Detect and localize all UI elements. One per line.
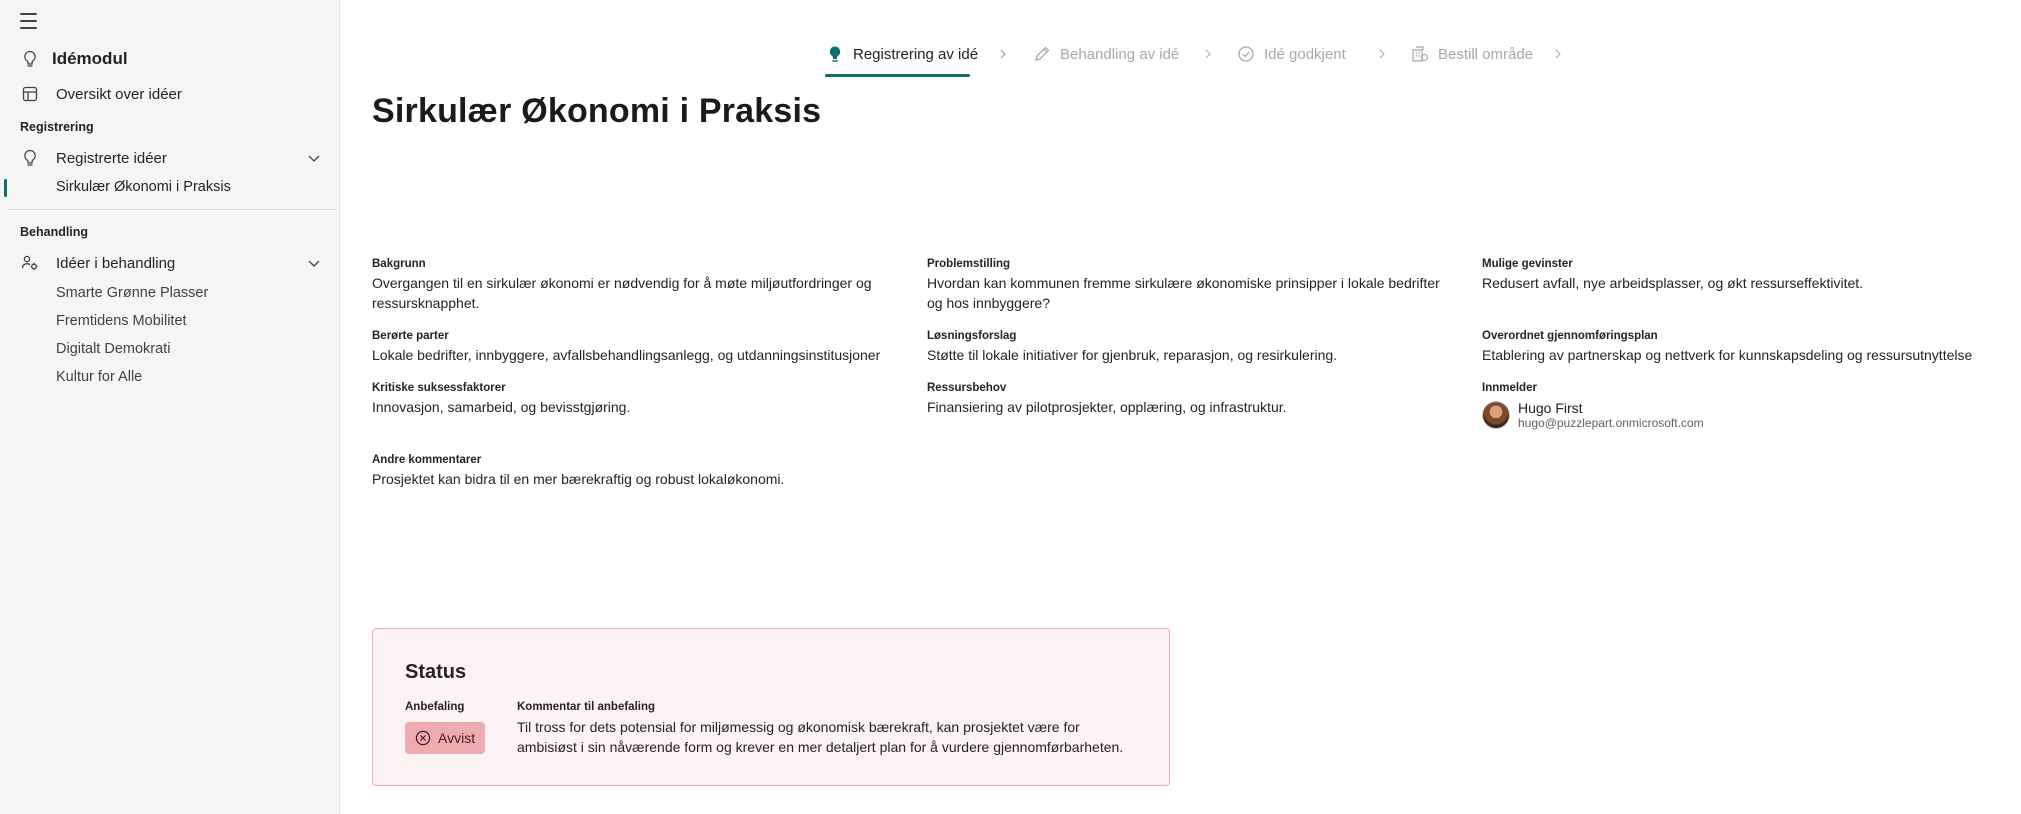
field-label: Løsningsforslag bbox=[927, 330, 1017, 342]
recommendation-badge: Avvist bbox=[405, 722, 486, 754]
recommendation-value: Avvist bbox=[438, 730, 476, 746]
chevron-down-icon[interactable] bbox=[306, 255, 322, 271]
avatar bbox=[1482, 401, 1510, 429]
field-stakeholders: Berørte parter Lokale bedrifter, innbygg… bbox=[372, 330, 902, 365]
field-value: Hvordan kan kommunen fremme sirkulære øk… bbox=[927, 275, 1440, 311]
sidebar-app-title-label: Idémodul bbox=[52, 49, 128, 68]
field-implementation-plan: Overordnet gjennomføringsplan Etablering… bbox=[1482, 330, 2012, 365]
lightbulb-icon bbox=[20, 148, 40, 168]
comment-label: Kommentar til anbefaling bbox=[517, 701, 656, 713]
people-settings-icon bbox=[20, 253, 40, 273]
sidebar-section-processing: Behandling bbox=[20, 225, 89, 239]
sidebar-subitem[interactable]: Smarte Grønne Plasser bbox=[56, 285, 208, 301]
field-value: Innovasjon, samarbeid, og bevisstgjøring… bbox=[372, 399, 631, 415]
field-label: Mulige gevinster bbox=[1482, 258, 1573, 270]
sidebar-subitem[interactable]: Digitalt Demokrati bbox=[56, 341, 170, 357]
sidebar-app-title[interactable]: Idémodul bbox=[0, 44, 340, 74]
field-background: Bakgrunn Overgangen til en sirkulær økon… bbox=[372, 258, 902, 313]
field-label: Problemstilling bbox=[927, 258, 1011, 270]
field-submitter: Innmelder Hugo First hugo@puzzlepart.onm… bbox=[1482, 382, 2012, 430]
sidebar-subitem[interactable]: Kultur for Alle bbox=[56, 369, 142, 385]
field-value: Prosjektet kan bidra til en mer bærekraf… bbox=[372, 471, 785, 487]
sidebar-item-ideas-in-processing[interactable]: Idéer i behandling bbox=[0, 248, 340, 278]
field-solution-proposal: Løsningsforslag Støtte til lokale initia… bbox=[927, 330, 1457, 365]
sidebar-item-ideas-in-processing-label: Idéer i behandling bbox=[56, 254, 176, 272]
persona[interactable]: Hugo First hugo@puzzlepart.onmicrosoft.c… bbox=[1482, 400, 2012, 430]
sidebar-section-registration: Registrering bbox=[20, 120, 94, 134]
status-title: Status bbox=[405, 661, 467, 683]
dismiss-circle-icon bbox=[415, 730, 431, 746]
step-registration[interactable]: Registrering av idé bbox=[825, 44, 978, 64]
field-success-factors: Kritiske suksessfaktorer Innovasjon, sam… bbox=[372, 382, 902, 417]
field-resource-needs: Ressursbehov Finansiering av pilotprosje… bbox=[927, 382, 1457, 417]
field-label: Ressursbehov bbox=[927, 382, 1007, 394]
sidebar-divider bbox=[8, 209, 336, 210]
sidebar-item-overview-label: Oversikt over idéer bbox=[56, 85, 182, 103]
building-request-icon bbox=[1410, 44, 1430, 64]
pencil-icon bbox=[1032, 44, 1052, 64]
field-value: Finansiering av pilotprosjekter, opplæri… bbox=[927, 399, 1287, 415]
active-indicator bbox=[4, 179, 7, 197]
chevron-down-icon[interactable] bbox=[306, 150, 322, 166]
active-step-underline bbox=[825, 74, 970, 77]
step-order-area-label: Bestill område bbox=[1438, 45, 1534, 63]
field-label: Andre kommentarer bbox=[372, 454, 482, 466]
field-value: Redusert avfall, nye arbeidsplasser, og … bbox=[1482, 275, 1864, 291]
field-value: Støtte til lokale initiativer for gjenbr… bbox=[927, 347, 1338, 363]
comment-value: Til tross for dets potensial for miljøme… bbox=[517, 719, 1124, 755]
sidebar-item-active-idea-label: Sirkulær Økonomi i Praksis bbox=[56, 179, 231, 195]
step-registration-label: Registrering av idé bbox=[853, 45, 979, 63]
sidebar-item-registered-ideas-label: Registrerte idéer bbox=[56, 149, 167, 167]
chevron-right-icon bbox=[1000, 49, 1006, 59]
field-label: Kritiske suksessfaktorer bbox=[372, 382, 506, 394]
submitter-name: Hugo First bbox=[1518, 400, 1583, 416]
lightbulb-icon bbox=[20, 49, 40, 69]
field-possible-gains: Mulige gevinster Redusert avfall, nye ar… bbox=[1482, 258, 2012, 293]
step-approved-label: Idé godkjent bbox=[1264, 45, 1346, 63]
chevron-right-icon bbox=[1555, 49, 1561, 59]
recommendation-label: Anbefaling bbox=[405, 701, 465, 713]
step-processing[interactable]: Behandling av idé bbox=[1032, 44, 1179, 64]
field-label: Bakgrunn bbox=[372, 258, 426, 270]
sidebar-item-active-idea[interactable]: Sirkulær Økonomi i Praksis bbox=[0, 174, 340, 202]
table-icon bbox=[20, 84, 40, 104]
step-processing-label: Behandling av idé bbox=[1060, 45, 1180, 63]
field-other-comments: Andre kommentarer Prosjektet kan bidra t… bbox=[372, 454, 902, 489]
step-order-area[interactable]: Bestill område bbox=[1410, 44, 1533, 64]
step-approved[interactable]: Idé godkjent bbox=[1236, 44, 1346, 64]
checkmark-circle-icon bbox=[1236, 44, 1256, 64]
sidebar-item-registered-ideas[interactable]: Registrerte idéer bbox=[0, 143, 340, 173]
lightbulb-icon bbox=[825, 44, 845, 64]
sidebar-subitem[interactable]: Fremtidens Mobilitet bbox=[56, 313, 187, 329]
field-label: Berørte parter bbox=[372, 330, 449, 342]
status-card: Status Anbefaling Avvist Kommentar til a… bbox=[372, 628, 1170, 786]
field-value: Lokale bedrifter, innbyggere, avfallsbeh… bbox=[372, 347, 881, 363]
field-label: Overordnet gjennomføringsplan bbox=[1482, 330, 1658, 342]
chevron-right-icon bbox=[1205, 49, 1211, 59]
field-value: Overgangen til en sirkulær økonomi er nø… bbox=[372, 275, 872, 311]
sidebar-item-overview[interactable]: Oversikt over idéer bbox=[0, 79, 340, 109]
page-title: Sirkulær Økonomi i Praksis bbox=[372, 92, 822, 130]
chevron-right-icon bbox=[1379, 49, 1385, 59]
field-value: Etablering av partnerskap og nettverk fo… bbox=[1482, 347, 1973, 363]
field-problem-statement: Problemstilling Hvordan kan kommunen fre… bbox=[927, 258, 1457, 313]
submitter-email: hugo@puzzlepart.onmicrosoft.com bbox=[1518, 416, 1704, 430]
field-label: Innmelder bbox=[1482, 382, 1537, 394]
hamburger-menu-icon[interactable] bbox=[20, 10, 42, 32]
sidebar: Idémodul Oversikt over idéer Registrerin… bbox=[0, 0, 340, 814]
